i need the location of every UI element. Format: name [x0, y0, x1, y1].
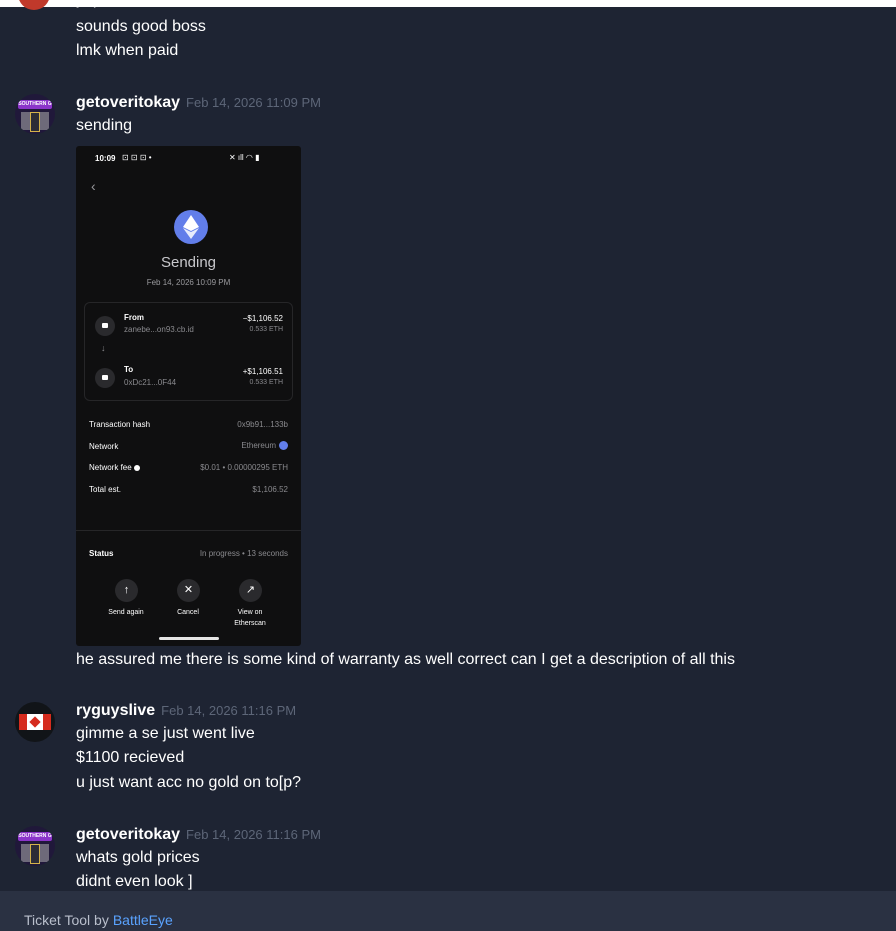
- cancel-icon[interactable]: ✕: [177, 579, 200, 602]
- from-address: zanebe...on93.cb.id: [124, 325, 194, 334]
- from-label: From: [124, 313, 144, 322]
- etherscan-label: View on Etherscan: [234, 609, 266, 627]
- username[interactable]: ryguyslive: [76, 702, 155, 719]
- detail-label: Total est.: [89, 485, 122, 494]
- message-text: gimme a se just went live: [76, 725, 255, 742]
- message-text: sending: [76, 117, 133, 134]
- from-usd: −$1,106.52: [242, 314, 283, 323]
- top-bar: [0, 0, 896, 7]
- detail-label: Network: [89, 442, 119, 451]
- footer-link[interactable]: BattleEye: [113, 912, 173, 928]
- footer: Ticket Tool by BattleEye: [0, 891, 896, 931]
- avatar-banner: SOUTHERN G: [18, 832, 52, 841]
- message-text: lmk when paid: [76, 42, 179, 59]
- status-value: In progress • 13 seconds: [199, 549, 288, 558]
- avatar-banner: SOUTHERN G: [18, 100, 52, 109]
- ethereum-icon: [174, 210, 208, 244]
- transfer-card: From zanebe...on93.cb.id −$1,106.52 0.53…: [84, 302, 293, 401]
- message-header: ryguyslive Feb 14, 2026 11:16 PM: [76, 701, 296, 721]
- avatar[interactable]: [15, 702, 55, 742]
- from-eth: 0.533 ETH: [249, 326, 283, 333]
- notification-icons: ⊡ ⊡ ⊡ •: [122, 153, 152, 162]
- message-text: whats gold prices: [76, 849, 200, 866]
- image-attachment[interactable]: 10:09 ⊡ ⊡ ⊡ • ✕ ıll ◠ ▮ ‹ Sending Feb 14…: [76, 146, 301, 646]
- transfer-date: Feb 14, 2026 10:09 PM: [146, 278, 231, 287]
- message-text: didnt even look ]: [76, 873, 193, 890]
- transfer-title: Sending: [160, 254, 217, 271]
- status-label: Status: [89, 549, 114, 558]
- message-text: yep: [76, 0, 102, 8]
- send-again-icon[interactable]: ↑: [115, 579, 138, 602]
- signal-wifi-battery-icon: ✕ ıll ◠ ▮: [229, 153, 260, 162]
- message-header: getoveritokay Feb 14, 2026 11:16 PM: [76, 825, 321, 845]
- detail-label-row: Network fee: [89, 463, 140, 472]
- to-address: 0xDc21...0F44: [124, 378, 177, 387]
- wallet-icon: [95, 368, 115, 388]
- send-again-label: Send again: [108, 609, 144, 616]
- detail-value: $0.01 • 0.00000295 ETH: [200, 463, 288, 472]
- username[interactable]: getoveritokay: [76, 94, 180, 111]
- phone-status-time: 10:09: [95, 154, 116, 163]
- message-text: u just want acc no gold on to[p?: [76, 774, 302, 791]
- timestamp: Feb 14, 2026 11:16 PM: [186, 827, 321, 842]
- to-label: To: [124, 365, 134, 374]
- divider: [76, 530, 301, 531]
- detail-value: 0x9b91...133b: [237, 420, 288, 429]
- avatar[interactable]: SOUTHERN G: [15, 94, 55, 134]
- footer-text: Ticket Tool by BattleEye: [24, 912, 173, 928]
- to-usd: +$1,106.51: [242, 367, 283, 376]
- external-link-icon[interactable]: ↗: [239, 579, 262, 602]
- timestamp: Feb 14, 2026 11:16 PM: [161, 703, 297, 718]
- ethereum-icon: [279, 441, 288, 451]
- message-text: he assured me there is some kind of warr…: [76, 651, 735, 668]
- detail-value-row: Ethereum: [241, 441, 288, 451]
- arrow-down-icon: ↓: [101, 343, 106, 353]
- message-text: $1100 recieved: [76, 749, 185, 766]
- detail-label: Network fee: [89, 463, 132, 472]
- username[interactable]: getoveritokay: [76, 826, 180, 843]
- detail-value: $1,106.52: [252, 485, 288, 494]
- to-eth: 0.533 ETH: [249, 379, 283, 386]
- avatar[interactable]: SOUTHERN G: [15, 826, 55, 866]
- back-icon[interactable]: ‹: [91, 178, 96, 194]
- home-indicator: [159, 637, 219, 640]
- footer-prefix: Ticket Tool by: [24, 912, 109, 928]
- avatar[interactable]: [18, 0, 50, 10]
- detail-label: Transaction hash: [89, 420, 151, 429]
- wallet-icon: [95, 316, 115, 336]
- message-text: sounds good boss: [76, 18, 206, 35]
- detail-value: Ethereum: [241, 441, 276, 450]
- cancel-label: Cancel: [177, 609, 199, 616]
- info-icon: [133, 464, 140, 471]
- timestamp: Feb 14, 2026 11:09 PM: [186, 95, 321, 110]
- message-header: getoveritokay Feb 14, 2026 11:09 PM: [76, 93, 321, 113]
